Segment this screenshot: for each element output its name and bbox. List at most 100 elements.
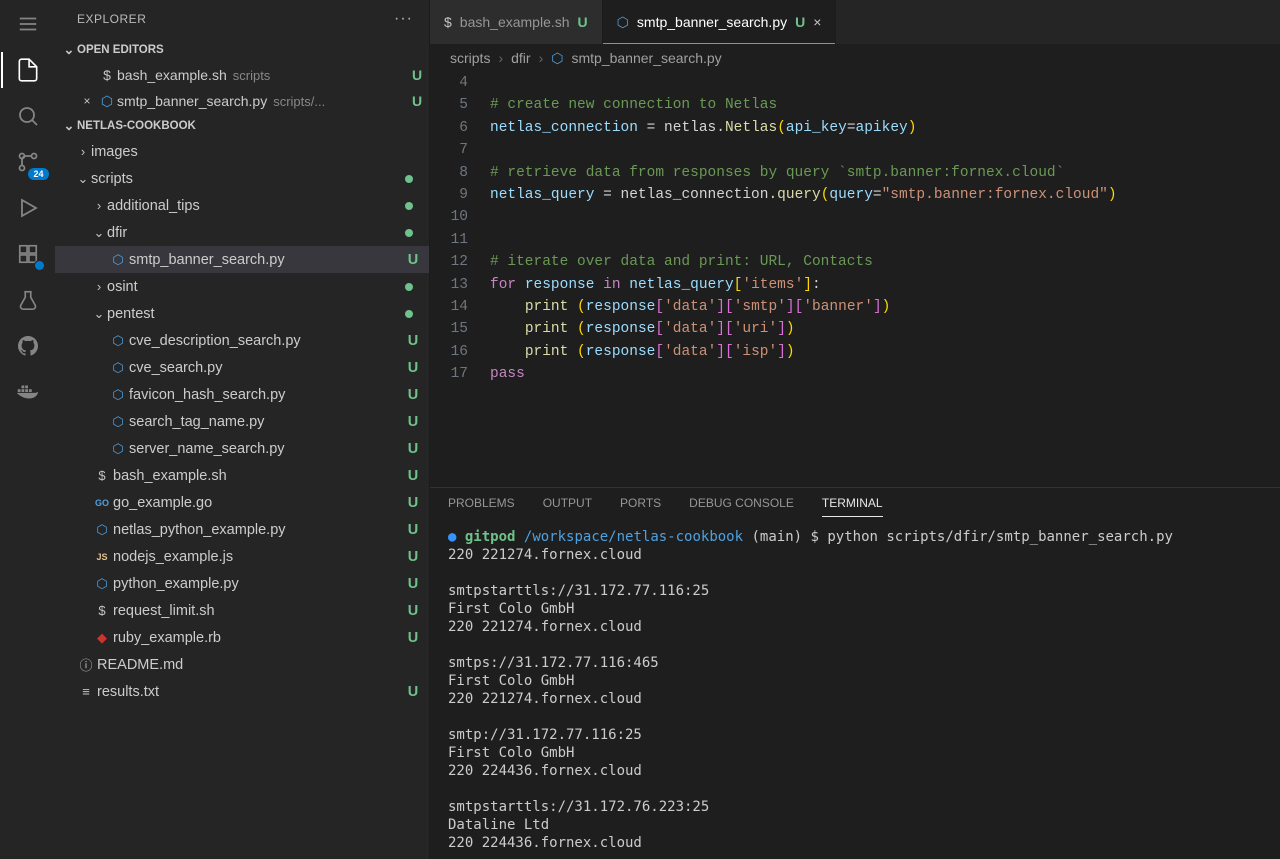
- file-item[interactable]: ⓘREADME.md: [55, 651, 429, 678]
- file-item[interactable]: JSnodejs_example.jsU: [55, 543, 429, 570]
- file-item[interactable]: ◆ruby_example.rbU: [55, 624, 429, 651]
- close-icon[interactable]: ×: [77, 94, 97, 108]
- breadcrumb[interactable]: scripts › dfir › ⬡ smtp_banner_search.py: [430, 44, 1280, 72]
- git-status: U: [401, 603, 425, 619]
- file-item[interactable]: ⬡cve_description_search.pyU: [55, 327, 429, 354]
- git-status: U: [401, 252, 425, 268]
- project-section[interactable]: ⌄ NETLAS-COOKBOOK: [55, 114, 429, 138]
- file-item[interactable]: ⬡python_example.pyU: [55, 570, 429, 597]
- tab-title: smtp_banner_search.py: [637, 14, 787, 30]
- git-modified-dot: [405, 283, 413, 291]
- git-status: U: [401, 495, 425, 511]
- file-name: smtp_banner_search.py: [117, 93, 267, 109]
- open-editors-section[interactable]: ⌄ OPEN EDITORS: [55, 38, 429, 62]
- file-item[interactable]: ⬡search_tag_name.pyU: [55, 408, 429, 435]
- file-item[interactable]: ⬡server_name_search.pyU: [55, 435, 429, 462]
- panel-tab-problems[interactable]: PROBLEMS: [448, 496, 515, 516]
- file-item[interactable]: ⬡favicon_hash_search.pyU: [55, 381, 429, 408]
- github-icon[interactable]: [14, 332, 42, 360]
- menu-icon[interactable]: [14, 10, 42, 38]
- file-item[interactable]: GOgo_example.goU: [55, 489, 429, 516]
- panel-tab-debug-console[interactable]: DEBUG CONSOLE: [689, 496, 794, 516]
- file-name: cve_description_search.py: [129, 333, 401, 349]
- file-item[interactable]: ⬡netlas_python_example.pyU: [55, 516, 429, 543]
- chevron-down-icon: ⌄: [75, 171, 91, 187]
- close-icon[interactable]: ×: [813, 14, 821, 30]
- source-control-icon[interactable]: 24: [14, 148, 42, 176]
- file-item[interactable]: ≡results.txtU: [55, 678, 429, 705]
- blank: [77, 68, 97, 82]
- extensions-icon[interactable]: [14, 240, 42, 268]
- file-name: results.txt: [97, 684, 401, 700]
- panel-tab-ports[interactable]: PORTS: [620, 496, 661, 516]
- folder-name: dfir: [107, 225, 405, 241]
- git-status: U: [401, 549, 425, 565]
- file-icon: $: [97, 67, 117, 83]
- file-icon: $: [91, 468, 113, 483]
- breadcrumb-part[interactable]: dfir: [511, 50, 530, 66]
- file-name: search_tag_name.py: [129, 414, 401, 430]
- file-icon: ⬡: [107, 387, 129, 403]
- git-status: U: [401, 630, 425, 646]
- scm-badge: 24: [28, 168, 48, 180]
- folder-item[interactable]: ⌄pentest: [55, 300, 429, 327]
- file-name: bash_example.sh: [117, 67, 227, 83]
- chevron-right-icon: ›: [498, 50, 503, 66]
- git-modified-dot: [405, 202, 413, 210]
- code-editor[interactable]: 4567891011121314151617 # create new conn…: [430, 72, 1280, 487]
- chevron-down-icon: ⌄: [91, 225, 107, 241]
- panel-tab-terminal[interactable]: TERMINAL: [822, 496, 883, 517]
- open-editor-item[interactable]: ×⬡smtp_banner_search.pyscripts/...U: [55, 88, 429, 114]
- file-name: python_example.py: [113, 576, 401, 592]
- file-item[interactable]: ⬡cve_search.pyU: [55, 354, 429, 381]
- sidebar-header: EXPLORER ···: [55, 0, 429, 38]
- panel-tabs: PROBLEMS OUTPUT PORTS DEBUG CONSOLE TERMINAL: [430, 488, 1280, 524]
- open-editors-label: OPEN EDITORS: [77, 44, 164, 56]
- chevron-down-icon: ⌄: [61, 42, 77, 58]
- file-item[interactable]: ⬡smtp_banner_search.pyU: [55, 246, 429, 273]
- file-name: bash_example.sh: [113, 468, 401, 484]
- panel-tab-output[interactable]: OUTPUT: [543, 496, 592, 516]
- file-icon: ⬡: [107, 252, 129, 268]
- file-name: request_limit.sh: [113, 603, 401, 619]
- open-editor-item[interactable]: $bash_example.shscriptsU: [55, 62, 429, 88]
- editor-tab[interactable]: $bash_example.shU: [430, 0, 603, 44]
- file-name: favicon_hash_search.py: [129, 387, 401, 403]
- folder-item[interactable]: ›additional_tips: [55, 192, 429, 219]
- file-name: cve_search.py: [129, 360, 401, 376]
- folder-name: additional_tips: [107, 198, 405, 214]
- folder-item[interactable]: ⌄dfir: [55, 219, 429, 246]
- file-icon: ≡: [75, 684, 97, 699]
- activity-bar: 24: [0, 0, 55, 859]
- explorer-icon[interactable]: [14, 56, 42, 84]
- breadcrumb-file[interactable]: smtp_banner_search.py: [571, 50, 721, 66]
- file-item[interactable]: $request_limit.shU: [55, 597, 429, 624]
- file-path: scripts/...: [273, 94, 405, 109]
- search-icon[interactable]: [14, 102, 42, 130]
- chevron-right-icon: ›: [539, 50, 544, 66]
- editor-tab[interactable]: ⬡smtp_banner_search.pyU×: [603, 0, 837, 44]
- editor-area: $bash_example.shU⬡smtp_banner_search.pyU…: [430, 0, 1280, 859]
- docker-icon[interactable]: [14, 378, 42, 406]
- folder-item[interactable]: ⌄scripts: [55, 165, 429, 192]
- terminal[interactable]: ● gitpod /workspace/netlas-cookbook (mai…: [430, 524, 1280, 859]
- testing-icon[interactable]: [14, 286, 42, 314]
- git-status: U: [401, 414, 425, 430]
- file-icon: $: [444, 14, 452, 30]
- git-status: U: [401, 522, 425, 538]
- file-item[interactable]: $bash_example.shU: [55, 462, 429, 489]
- code-content[interactable]: # create new connection to Netlasnetlas_…: [490, 72, 1280, 487]
- folder-name: images: [91, 144, 405, 160]
- folder-item[interactable]: ›images: [55, 138, 429, 165]
- run-debug-icon[interactable]: [14, 194, 42, 222]
- chevron-right-icon: ›: [75, 144, 91, 159]
- file-name: nodejs_example.js: [113, 549, 401, 565]
- sidebar-more-icon[interactable]: ···: [394, 10, 413, 28]
- breadcrumb-part[interactable]: scripts: [450, 50, 490, 66]
- modified-indicator: U: [578, 14, 588, 30]
- file-tree: ›images⌄scripts›additional_tips⌄dfir⬡smt…: [55, 138, 429, 705]
- python-file-icon: ⬡: [551, 50, 563, 67]
- chevron-right-icon: ›: [91, 279, 107, 294]
- bottom-panel: PROBLEMS OUTPUT PORTS DEBUG CONSOLE TERMINAL…: [430, 487, 1280, 859]
- folder-item[interactable]: ›osint: [55, 273, 429, 300]
